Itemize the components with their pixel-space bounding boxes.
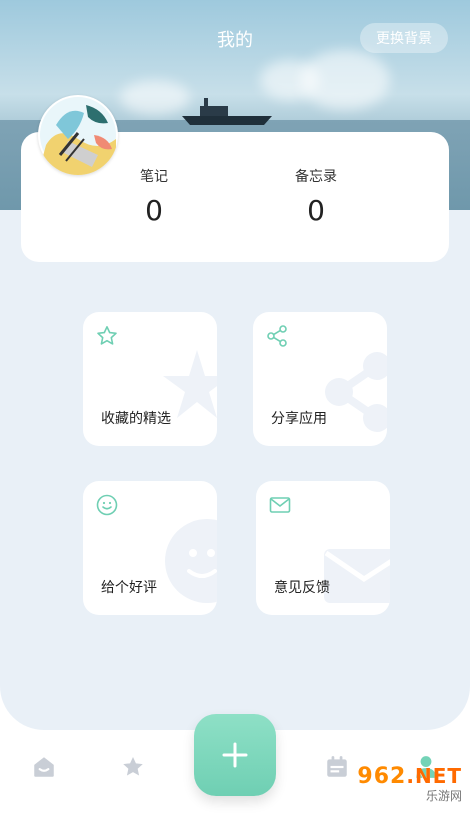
site-watermark: 962.NET 乐游网 [357,764,462,804]
change-background-button[interactable]: 更换背景 [360,23,448,53]
share-watermark-icon [325,352,387,432]
mail-icon [269,497,291,513]
favorites-card[interactable]: 收藏的精选 [83,312,217,446]
rate-label: 给个好评 [101,580,157,596]
share-card[interactable]: 分享应用 [253,312,387,446]
share-label: 分享应用 [271,411,327,427]
notes-stat[interactable]: 笔记 0 [94,166,214,227]
favorites-label: 收藏的精选 [101,411,171,427]
share-icon [267,325,287,347]
memo-label: 备忘录 [295,169,337,185]
notes-label: 笔记 [140,169,168,185]
calendar-icon[interactable] [324,754,350,780]
content-panel [0,210,470,730]
smile-watermark-icon [165,519,217,603]
feedback-card[interactable]: 意见反馈 [256,481,390,615]
notes-count: 0 [145,194,163,227]
star-outline-icon [97,326,117,345]
star-icon[interactable] [120,754,146,780]
plus-icon [222,742,248,768]
feedback-label: 意见反馈 [274,580,330,596]
smile-icon [96,494,118,516]
home-icon[interactable] [31,754,57,780]
watermark-brand: 962 [357,764,407,789]
watermark-tld: .NET [406,764,462,788]
rate-card[interactable]: 给个好评 [83,481,217,615]
memo-count: 0 [307,194,325,227]
avatar[interactable] [38,95,118,175]
cloud [300,50,390,110]
add-button[interactable] [194,714,276,796]
memo-stat[interactable]: 备忘录 0 [256,166,376,227]
boat [182,98,272,125]
avatar-illustration [38,97,116,175]
mail-watermark-icon [324,549,390,603]
watermark-sub: 乐游网 [425,789,462,803]
